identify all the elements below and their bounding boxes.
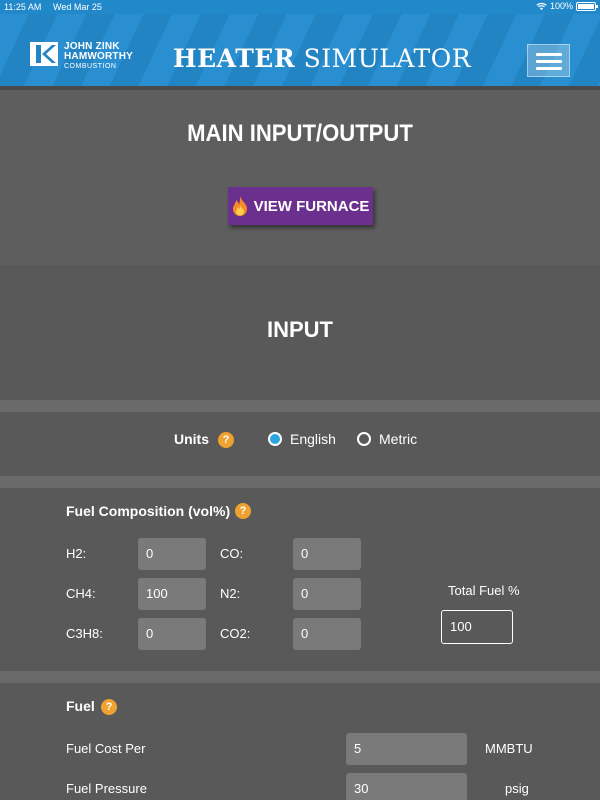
- total-fuel-value: 100: [441, 610, 513, 644]
- co2-label: CO2:: [220, 626, 251, 641]
- header-shadow: [0, 86, 600, 90]
- english-radio[interactable]: [268, 432, 282, 446]
- status-time: 11:25 AM: [4, 2, 42, 12]
- co-label: CO:: [220, 546, 244, 561]
- fuel-composition-help-icon[interactable]: ?: [235, 503, 251, 519]
- fuel-help-icon[interactable]: ?: [101, 699, 117, 715]
- n2-label: N2:: [220, 586, 241, 601]
- units-label: Units: [174, 431, 209, 447]
- metric-radio-label[interactable]: Metric: [379, 431, 417, 447]
- battery-percent: 100%: [549, 1, 573, 11]
- status-right: 100%: [536, 1, 598, 11]
- view-furnace-button[interactable]: VIEW FURNACE: [228, 187, 373, 225]
- fuel-cost-input[interactable]: 5: [346, 733, 467, 765]
- input-heading: INPUT: [267, 317, 333, 342]
- logo-line-3: COMBUSTION: [64, 63, 117, 70]
- hamburger-menu-button[interactable]: [527, 44, 570, 77]
- fuel-title: Fuel: [66, 698, 95, 714]
- battery-icon: [576, 1, 598, 11]
- co-input[interactable]: 0: [293, 538, 361, 570]
- company-logo: JOHN ZINK HAMWORTHY COMBUSTION: [30, 42, 133, 72]
- fuel-cost-unit: MMBTU: [485, 741, 533, 756]
- app-title: HEATER SIMULATOR: [173, 44, 471, 73]
- h2-label: H2:: [66, 546, 87, 561]
- c3h8-label: C3H8:: [66, 626, 103, 641]
- fuel-pressure-label: Fuel Pressure: [66, 781, 147, 796]
- app-title-rest: SIMULATOR: [295, 44, 472, 73]
- status-bar: 11:25 AM Wed Mar 25 100%: [0, 0, 600, 14]
- metric-radio[interactable]: [357, 432, 371, 446]
- flame-icon: [232, 196, 247, 216]
- fuel-composition-title: Fuel Composition (vol%): [66, 503, 231, 519]
- total-fuel-label: Total Fuel %: [448, 583, 520, 598]
- hamburger-bar: [536, 67, 562, 70]
- hamburger-bar: [536, 60, 562, 63]
- fuel-pressure-input[interactable]: 30: [346, 773, 467, 800]
- divider: [0, 671, 600, 683]
- divider: [0, 400, 600, 412]
- page-title: MAIN INPUT/OUTPUT: [187, 120, 413, 147]
- units-help-icon[interactable]: ?: [218, 432, 234, 448]
- ch4-input[interactable]: 100: [138, 578, 206, 610]
- english-radio-label[interactable]: English: [290, 431, 336, 447]
- c3h8-input[interactable]: 0: [138, 618, 206, 650]
- wifi-icon: [536, 2, 547, 10]
- h2-input[interactable]: 0: [138, 538, 206, 570]
- logo-line-2: HAMWORTHY: [64, 51, 134, 62]
- status-date: Wed Mar 25: [53, 2, 102, 12]
- ch4-label: CH4:: [66, 586, 96, 601]
- logo-mark-icon: [30, 42, 58, 66]
- n2-input[interactable]: 0: [293, 578, 361, 610]
- app-title-bold: HEATER: [173, 44, 296, 73]
- fuel-pressure-unit: psig: [505, 781, 529, 796]
- divider: [0, 476, 600, 488]
- fuel-cost-label: Fuel Cost Per: [66, 741, 146, 756]
- app-header: JOHN ZINK HAMWORTHY COMBUSTION HEATER SI…: [0, 14, 600, 86]
- co2-input[interactable]: 0: [293, 618, 361, 650]
- view-furnace-label: VIEW FURNACE: [253, 197, 370, 215]
- hamburger-bar: [536, 53, 562, 56]
